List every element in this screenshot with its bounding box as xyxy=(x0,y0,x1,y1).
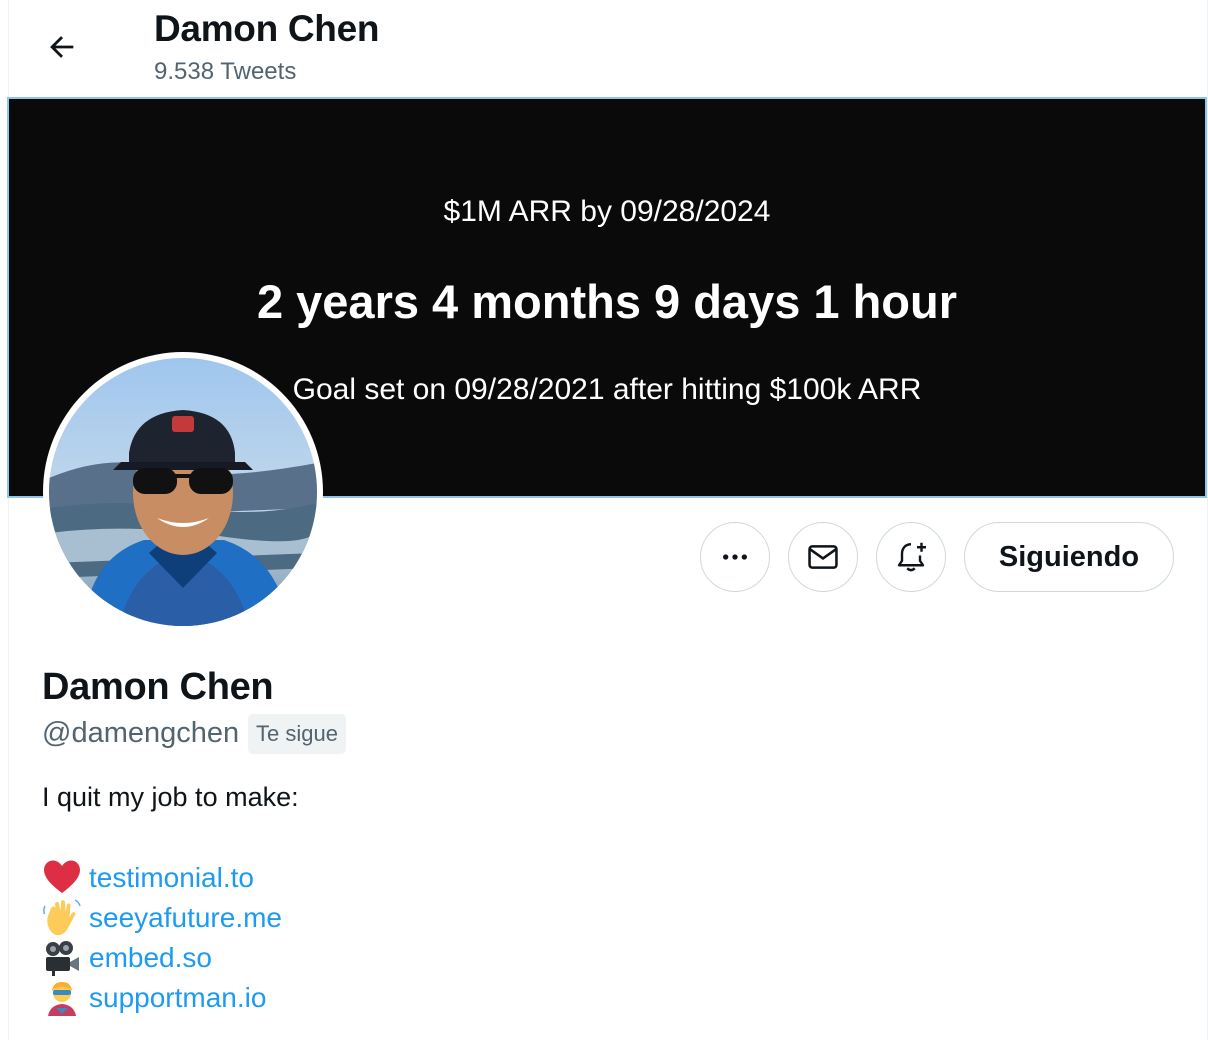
link-seeyafuture[interactable]: seeyafuture.me xyxy=(89,902,282,934)
mail-icon xyxy=(808,545,838,569)
message-button[interactable] xyxy=(788,522,858,592)
following-button[interactable]: Siguiendo xyxy=(964,522,1174,592)
back-button[interactable] xyxy=(37,22,87,72)
more-button[interactable] xyxy=(700,522,770,592)
profile-bio: I quit my job to make: xyxy=(42,782,299,812)
top-bar: Damon Chen 9.538 Tweets xyxy=(9,0,1207,97)
header-title: Damon Chen xyxy=(154,8,380,49)
link-embed[interactable]: embed.so xyxy=(89,942,212,974)
bell-plus-icon xyxy=(897,542,926,572)
banner-goal: $1M ARR by 09/28/2024 xyxy=(443,195,771,228)
bio-link-row: supportman.io xyxy=(42,978,266,1018)
arrow-left-icon xyxy=(50,36,74,58)
follows-you-badge: Te sigue xyxy=(248,714,346,754)
heart-icon xyxy=(44,860,80,893)
tweet-count: 9.538 Tweets xyxy=(154,58,297,85)
movie-camera-icon xyxy=(46,941,79,976)
more-horizontal-icon xyxy=(723,554,747,560)
bio-link-row: seeyafuture.me xyxy=(42,898,282,938)
superhero-icon xyxy=(48,982,76,1016)
banner-countdown: 2 years 4 months 9 days 1 hour xyxy=(256,275,958,328)
notifications-button[interactable] xyxy=(876,522,946,592)
profile-actions: Siguiendo xyxy=(9,522,1207,594)
profile-page: Damon Chen 9.538 Tweets $1M ARR by 09/28… xyxy=(7,0,1208,1040)
link-testimonial[interactable]: testimonial.to xyxy=(89,862,254,894)
bio-link-row: testimonial.to xyxy=(42,858,254,898)
profile-name: Damon Chen xyxy=(42,666,274,708)
waving-hand-icon xyxy=(43,899,81,936)
bio-link-row: embed.so xyxy=(42,938,212,978)
profile-handle: @damengchen xyxy=(42,717,240,749)
link-supportman[interactable]: supportman.io xyxy=(89,982,266,1014)
